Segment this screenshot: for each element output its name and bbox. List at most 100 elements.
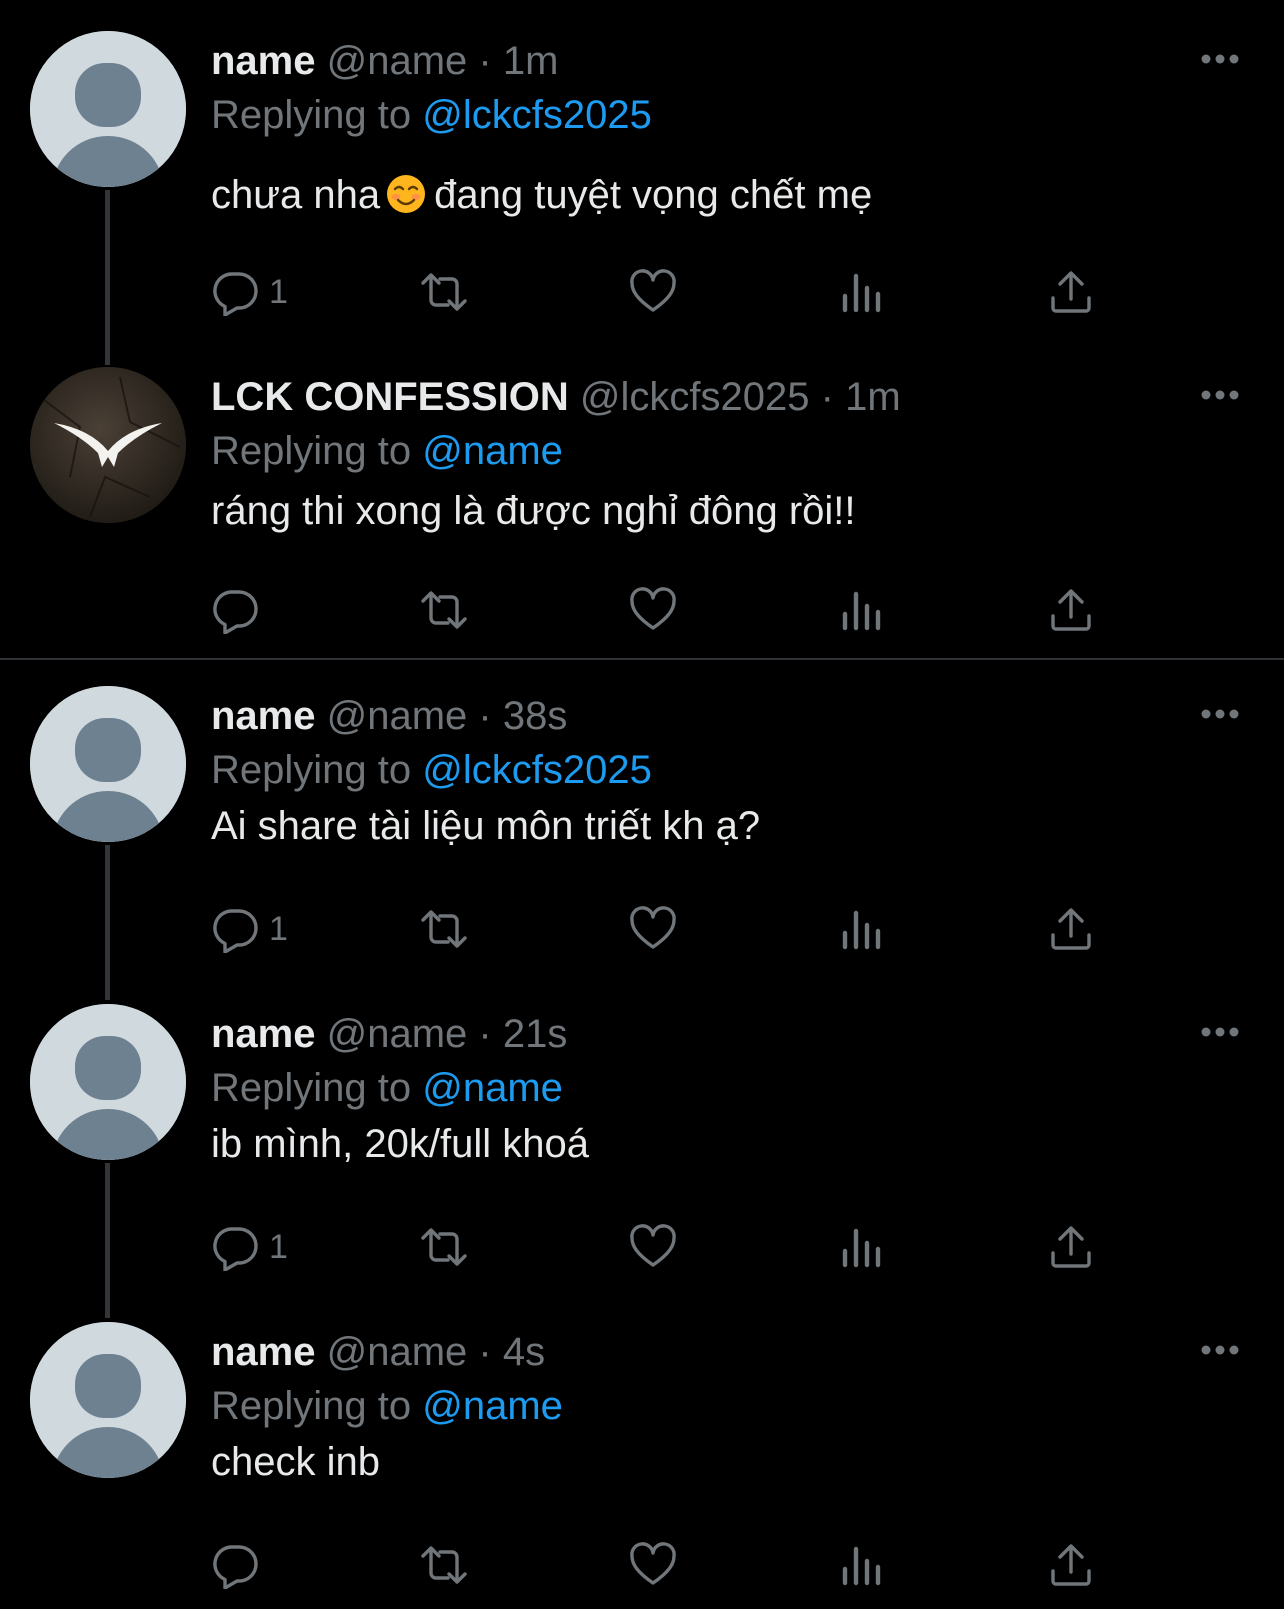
more-icon[interactable] [1200,389,1240,401]
reply-mention-link[interactable]: @name [422,1384,563,1428]
reply-icon [213,590,258,634]
timestamp[interactable]: 38s [503,694,568,738]
reply-button[interactable] [211,580,269,640]
separator-dot: · [820,375,834,419]
views-icon [842,910,881,950]
retweet-button[interactable] [420,1535,468,1595]
heart-icon [630,587,676,630]
user-handle[interactable]: @name [327,1012,468,1056]
reply-mention-link[interactable]: @name [422,429,563,473]
share-button[interactable] [1047,1217,1095,1277]
reply-icon [213,272,258,316]
reply-icon [213,909,258,953]
user-handle[interactable]: @name [327,694,468,738]
tweet-header: name @name · 1m [211,37,558,85]
avatar[interactable] [30,686,186,842]
reply-button[interactable]: 1 [211,899,288,959]
share-button[interactable] [1047,262,1095,322]
replying-prefix: Replying to [211,93,412,137]
avatar[interactable] [30,1322,186,1478]
replying-to: Replying to @name [211,427,563,475]
retweet-button[interactable] [420,580,468,640]
views-button[interactable] [838,1535,886,1595]
action-bar: 1 [211,1217,1131,1277]
tweet-text-part: chưa nha [211,173,381,217]
separator-dot: · [478,694,492,738]
avatar[interactable] [30,1004,186,1160]
views-button[interactable] [838,1217,886,1277]
views-button[interactable] [838,899,886,959]
share-button[interactable] [1047,1535,1095,1595]
display-name[interactable]: name [211,694,316,738]
bird-logo-icon [30,367,186,523]
display-name[interactable]: name [211,1330,316,1374]
avatar[interactable] [30,31,186,187]
default-avatar-icon [30,686,186,842]
replying-prefix: Replying to [211,748,412,792]
display-name[interactable]: name [211,1012,316,1056]
like-button[interactable] [629,1217,677,1277]
tweet-header: name @name · 38s [211,692,567,740]
display-name[interactable]: name [211,39,316,83]
default-avatar-icon [30,1004,186,1160]
reply-button[interactable]: 1 [211,1217,288,1277]
replying-to: Replying to @name [211,1064,563,1112]
retweet-icon [421,1228,467,1266]
reply-count: 1 [269,909,288,948]
retweet-icon [421,1546,467,1584]
replying-to: Replying to @name [211,1382,563,1430]
like-button[interactable] [629,1535,677,1595]
share-button[interactable] [1047,580,1095,640]
thread-line [105,845,110,1000]
tweet-text-part: đang tuyệt vọng chết mẹ [434,173,873,217]
timestamp[interactable]: 1m [845,375,901,419]
action-bar: 1 [211,262,1131,322]
tweet-header: name @name · 21s [211,1010,567,1058]
views-button[interactable] [838,262,886,322]
retweet-icon [421,910,467,948]
action-bar [211,580,1131,640]
more-icon[interactable] [1200,1026,1240,1038]
replying-prefix: Replying to [211,429,412,473]
timestamp[interactable]: 4s [503,1330,545,1374]
share-icon [1051,1226,1091,1268]
views-icon [842,273,881,313]
tweet-text: check inb [211,1440,380,1484]
retweet-button[interactable] [420,1217,468,1277]
heart-icon [630,1542,676,1585]
more-icon[interactable] [1200,708,1240,720]
retweet-button[interactable] [420,899,468,959]
timestamp[interactable]: 1m [503,39,559,83]
user-handle[interactable]: @lckcfs2025 [580,375,810,419]
reply-mention-link[interactable]: @lckcfs2025 [422,748,652,792]
separator-dot: · [478,1012,492,1056]
tweet-text: Ai share tài liệu môn triết kh ạ? [211,804,761,848]
reply-button[interactable] [211,1535,269,1595]
thread-line [105,190,110,365]
user-handle[interactable]: @name [327,39,468,83]
like-button[interactable] [629,262,677,322]
default-avatar-icon [30,31,186,187]
share-button[interactable] [1047,899,1095,959]
tweet-header: LCK CONFESSION @lckcfs2025 · 1m [211,373,901,421]
share-icon [1051,589,1091,631]
more-icon[interactable] [1200,1344,1240,1356]
reply-mention-link[interactable]: @lckcfs2025 [422,93,652,137]
like-button[interactable] [629,899,677,959]
user-handle[interactable]: @name [327,1330,468,1374]
tweet-text: ib mình, 20k/full khoá [211,1122,589,1166]
action-bar: 1 [211,899,1131,959]
display-name[interactable]: LCK CONFESSION [211,375,569,419]
like-button[interactable] [629,580,677,640]
retweet-button[interactable] [420,262,468,322]
replying-prefix: Replying to [211,1384,412,1428]
views-button[interactable] [838,580,886,640]
heart-icon [630,269,676,312]
retweet-icon [421,591,467,629]
more-icon[interactable] [1200,53,1240,65]
reply-mention-link[interactable]: @name [422,1066,563,1110]
timestamp[interactable]: 21s [503,1012,568,1056]
reply-button[interactable]: 1 [211,262,288,322]
avatar[interactable] [30,367,186,523]
views-icon [842,1546,881,1586]
